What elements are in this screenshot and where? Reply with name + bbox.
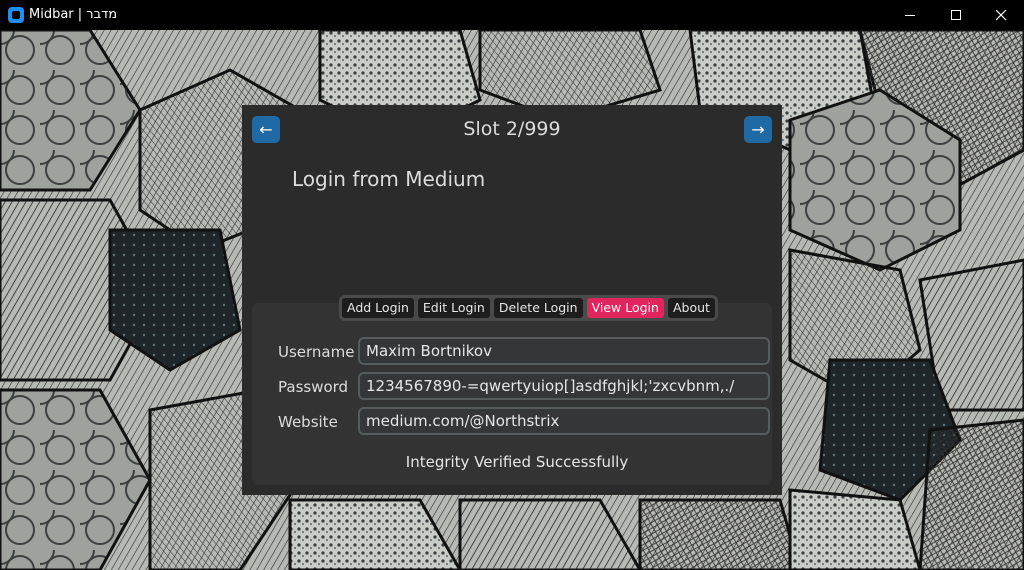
website-field[interactable]: medium.com/@Northstrix (358, 407, 770, 435)
minimize-icon[interactable] (887, 0, 933, 30)
app-icon (8, 7, 24, 23)
website-label: Website (278, 413, 338, 431)
integrity-status: Integrity Verified Successfully (405, 453, 629, 471)
window-title-bar: Midbar | מדבר (0, 0, 1024, 30)
window-title: Midbar | מדבר (29, 7, 118, 22)
password-field[interactable]: 1234567890-=qwertyuiop[]asdfghjkl;'zxcvb… (358, 372, 770, 400)
next-slot-button[interactable]: → (744, 116, 772, 143)
password-label: Password (278, 378, 349, 396)
username-label: Username (278, 343, 355, 361)
maximize-icon[interactable] (933, 0, 979, 30)
slot-title: Slot 2/999 (463, 118, 561, 140)
close-icon[interactable] (978, 0, 1024, 30)
tab-edit-login[interactable]: Edit Login (417, 298, 490, 318)
tab-view-login[interactable]: View Login (586, 298, 664, 318)
tab-delete-login[interactable]: Delete Login (493, 298, 583, 318)
tab-bar: Add Login Edit Login Delete Login View L… (339, 295, 718, 321)
entry-title: Login from Medium (292, 167, 486, 191)
tab-about[interactable]: About (667, 298, 715, 318)
username-field[interactable]: Maxim Bortnikov (358, 337, 770, 365)
tab-add-login[interactable]: Add Login (342, 298, 414, 318)
main-panel: ← Slot 2/999 → Login from Medium Add Log… (242, 105, 782, 495)
